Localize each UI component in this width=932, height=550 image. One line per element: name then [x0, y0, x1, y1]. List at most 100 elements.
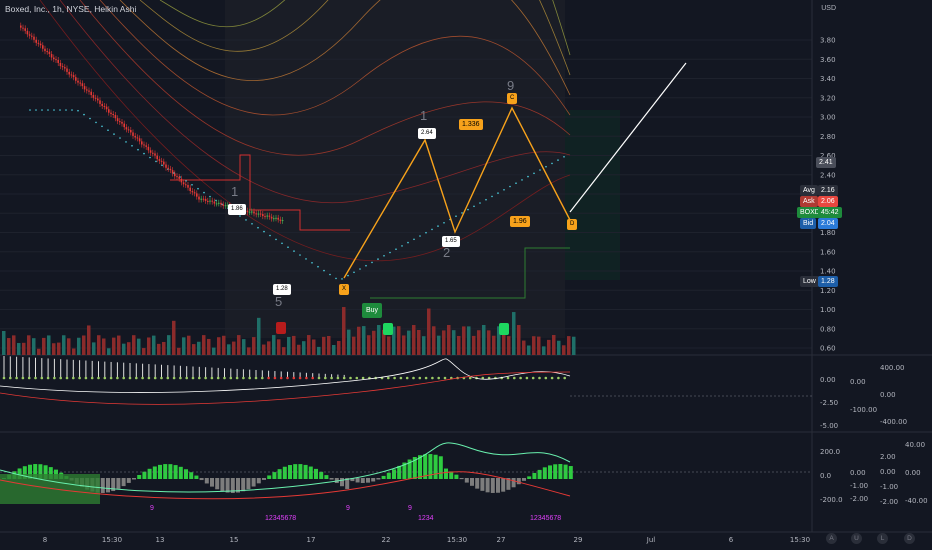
osc1-dot: [103, 376, 107, 380]
osc1-dot: [65, 376, 69, 380]
osc2-bar: [527, 476, 532, 479]
volume-bar: [202, 335, 206, 355]
candle-body: [152, 152, 154, 154]
candle-body: [275, 217, 277, 219]
candle-body: [200, 198, 202, 200]
time-tick-label: 27: [497, 536, 506, 544]
trailing-dot: [143, 152, 145, 155]
volume-bar: [387, 336, 391, 355]
candle-body: [50, 54, 53, 58]
osc1-dot: [563, 376, 566, 380]
candle-body: [246, 210, 249, 213]
osc2-bar: [537, 469, 542, 479]
trailing-dot: [107, 129, 109, 131]
volume-bar: [427, 308, 431, 355]
osc1-tick: -5.00: [820, 422, 838, 430]
volume-bar: [237, 335, 241, 355]
trailing-dot: [329, 273, 331, 276]
osc2-tick: 0.00: [850, 469, 866, 477]
osc1-dot: [21, 376, 25, 380]
volume-bar: [282, 347, 286, 355]
osc2-bar: [251, 478, 256, 487]
osc1-dot: [298, 376, 302, 380]
osc2-tick: 0.00: [905, 469, 921, 477]
osc1-dot: [46, 376, 50, 380]
volume-bar: [477, 330, 481, 355]
trailing-dot: [563, 156, 565, 158]
candle-body: [70, 74, 73, 76]
volume-bar: [232, 341, 236, 355]
trailing-dot: [527, 175, 529, 178]
price-tick-label: 3.80: [820, 37, 836, 45]
osc2-tick: -200.0: [820, 496, 843, 504]
volume-bar: [297, 344, 301, 355]
osc1-dot: [185, 376, 188, 380]
osc2-bar: [376, 478, 381, 480]
volume-bar: [312, 339, 316, 355]
trailing-dot: [251, 223, 253, 225]
osc2-bar: [480, 478, 485, 491]
osc2-bar: [132, 478, 136, 480]
osc1-dot: [355, 376, 359, 380]
d-button[interactable]: D: [904, 533, 915, 544]
current-price-label: 2.41: [816, 157, 836, 168]
volume-bar: [77, 337, 81, 355]
volume-bar: [217, 337, 221, 355]
osc2-bar: [246, 478, 251, 490]
trailing-dot: [521, 179, 523, 181]
time-tick-label: 15:30: [790, 536, 810, 544]
osc1-dot: [279, 376, 283, 380]
osc2-bar: [386, 472, 391, 479]
avg-tag: Avg: [800, 185, 818, 196]
osc2-bar: [168, 464, 173, 479]
volume-bar: [57, 342, 61, 355]
candle-body: [24, 28, 26, 31]
candle-body: [262, 214, 264, 217]
osc1-dot: [116, 376, 119, 380]
candle-body: [209, 200, 211, 202]
osc2-bar: [475, 478, 480, 489]
osc1-dot: [437, 376, 441, 380]
trailing-dot: [383, 255, 385, 257]
trailing-dot: [35, 109, 37, 111]
osc1-dot: [40, 376, 44, 380]
count-5: 5: [275, 294, 283, 309]
price-tick-label: 3.00: [820, 114, 836, 122]
osc2-bar: [121, 478, 126, 487]
volume-bar: [267, 341, 271, 355]
log-scale-button[interactable]: L: [877, 533, 888, 544]
osc1-dot: [166, 376, 170, 380]
osc2-bar: [490, 478, 495, 493]
osc2-bar: [262, 478, 266, 480]
volume-bar: [257, 317, 261, 355]
osc2-bar: [558, 464, 563, 479]
right-low-label: 1.96: [510, 216, 530, 227]
osc2-bar: [116, 478, 121, 489]
candle-body: [174, 173, 176, 177]
osc2-bar: [496, 478, 500, 493]
unit-button[interactable]: U: [851, 533, 862, 544]
candle-body: [44, 48, 46, 52]
volume-bar: [422, 336, 426, 355]
auto-scale-button[interactable]: A: [826, 533, 837, 544]
volume-bar: [122, 343, 126, 355]
volume-bar: [512, 312, 516, 355]
osc1-dot: [550, 376, 554, 380]
volume-bar: [112, 337, 116, 355]
osc1-dot: [305, 376, 308, 380]
candle-body: [207, 200, 209, 202]
candle-body: [105, 106, 108, 110]
volume-bar: [507, 336, 511, 355]
candle-body: [75, 77, 77, 81]
trailing-dot: [41, 109, 43, 111]
trailing-dot: [83, 113, 85, 116]
volume-bar: [37, 348, 41, 355]
volume-bar: [262, 344, 266, 355]
chart-canvas[interactable]: 0.00-2.50-5.000.00-100.00400.000.00-400.…: [0, 0, 932, 550]
candle-body: [222, 204, 224, 206]
candle-body: [90, 91, 92, 96]
osc2-tick: 2.00: [880, 453, 896, 461]
time-tick-label: 6: [729, 536, 734, 544]
volume-bar: [197, 341, 201, 355]
volume-bar: [162, 341, 166, 355]
